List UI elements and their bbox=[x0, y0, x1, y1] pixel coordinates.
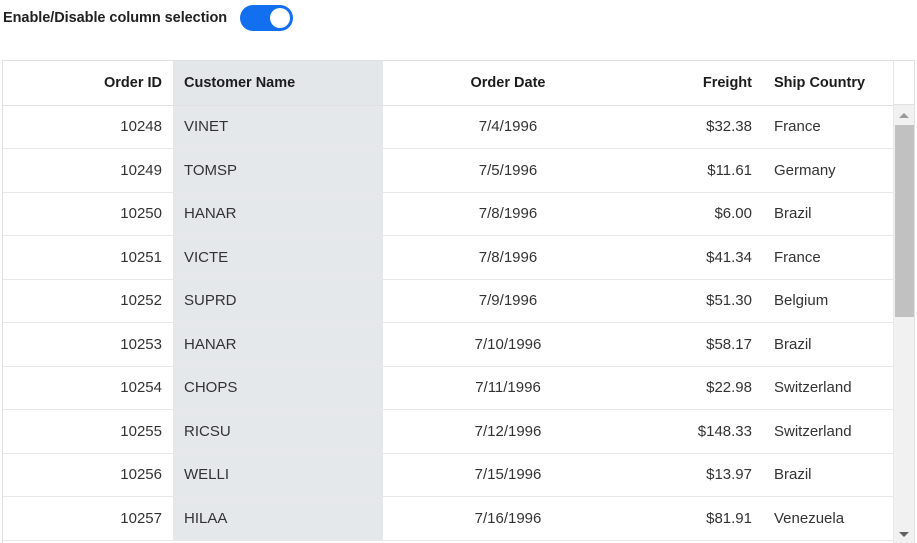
table-row[interactable]: 10249 TOMSP 7/5/1996 $11.61 Germany bbox=[3, 148, 894, 193]
column-header-ship-country[interactable]: Ship Country bbox=[763, 61, 894, 106]
cell-ship-country[interactable]: Germany bbox=[763, 148, 894, 193]
cell-order-id[interactable]: 10250 bbox=[3, 192, 173, 236]
caret-down-icon bbox=[899, 531, 909, 537]
cell-order-id[interactable]: 10257 bbox=[3, 496, 173, 541]
cell-freight[interactable]: $58.17 bbox=[633, 322, 763, 367]
table-header: Order ID Customer Name Order Date Freigh… bbox=[3, 61, 894, 106]
cell-customer[interactable]: WELLI bbox=[173, 453, 383, 497]
app-root: Enable/Disable column selection Order ID… bbox=[0, 0, 917, 543]
cell-order-id[interactable]: 10249 bbox=[3, 148, 173, 193]
cell-freight[interactable]: $13.97 bbox=[633, 453, 763, 497]
cell-order-date[interactable]: 7/5/1996 bbox=[383, 148, 633, 193]
cell-order-id[interactable]: 10255 bbox=[3, 409, 173, 454]
cell-ship-country[interactable]: Brazil bbox=[763, 322, 894, 367]
cell-customer[interactable]: HILAA bbox=[173, 496, 383, 541]
table-row[interactable]: 10256 WELLI 7/15/1996 $13.97 Brazil bbox=[3, 453, 894, 497]
cell-freight[interactable]: $148.33 bbox=[633, 409, 763, 454]
cell-customer[interactable]: SUPRD bbox=[173, 279, 383, 323]
cell-freight[interactable]: $6.00 bbox=[633, 192, 763, 236]
cell-customer[interactable]: VINET bbox=[173, 105, 383, 149]
cell-ship-country[interactable]: Brazil bbox=[763, 453, 894, 497]
orders-table: Order ID Customer Name Order Date Freigh… bbox=[3, 61, 894, 541]
cell-order-date[interactable]: 7/4/1996 bbox=[383, 105, 633, 149]
column-selection-toggle-label: Enable/Disable column selection bbox=[3, 10, 228, 26]
cell-order-date[interactable]: 7/10/1996 bbox=[383, 322, 633, 367]
cell-ship-country[interactable]: Brazil bbox=[763, 192, 894, 236]
cell-customer[interactable]: RICSU bbox=[173, 409, 383, 454]
header-scroll-gutter bbox=[893, 61, 914, 105]
table-body: 10248 VINET 7/4/1996 $32.38 France 10249 TOMSP… bbox=[3, 105, 894, 541]
caret-up-icon bbox=[899, 112, 909, 118]
cell-order-id[interactable]: 10256 bbox=[3, 453, 173, 497]
cell-ship-country[interactable]: France bbox=[763, 105, 894, 149]
scroll-down-button[interactable] bbox=[894, 524, 914, 543]
table-row[interactable]: 10248 VINET 7/4/1996 $32.38 France bbox=[3, 105, 894, 149]
cell-freight[interactable]: $51.30 bbox=[633, 279, 763, 323]
cell-ship-country[interactable]: France bbox=[763, 235, 894, 280]
cell-order-id[interactable]: 10252 bbox=[3, 279, 173, 323]
column-selection-toggle-switch[interactable] bbox=[240, 5, 294, 31]
cell-freight[interactable]: $22.98 bbox=[633, 366, 763, 410]
toggle-knob bbox=[270, 8, 291, 28]
cell-customer[interactable]: TOMSP bbox=[173, 148, 383, 193]
cell-order-date[interactable]: 7/15/1996 bbox=[383, 453, 633, 497]
column-header-customer-name[interactable]: Customer Name bbox=[173, 61, 383, 106]
cell-order-date[interactable]: 7/12/1996 bbox=[383, 409, 633, 454]
table-row[interactable]: 10255 RICSU 7/12/1996 $148.33 Switzerland bbox=[3, 409, 894, 454]
scroll-up-button[interactable] bbox=[894, 105, 914, 125]
cell-ship-country[interactable]: Venezuela bbox=[763, 496, 894, 541]
table-row[interactable]: 10252 SUPRD 7/9/1996 $51.30 Belgium bbox=[3, 279, 894, 323]
data-grid: Order ID Customer Name Order Date Freigh… bbox=[2, 60, 915, 543]
column-header-order-id[interactable]: Order ID bbox=[3, 61, 173, 106]
cell-order-date[interactable]: 7/9/1996 bbox=[383, 279, 633, 323]
cell-order-id[interactable]: 10253 bbox=[3, 322, 173, 367]
cell-customer[interactable]: HANAR bbox=[173, 322, 383, 367]
table-row[interactable]: 10253 HANAR 7/10/1996 $58.17 Brazil bbox=[3, 322, 894, 367]
cell-freight[interactable]: $81.91 bbox=[633, 496, 763, 541]
column-selection-toggle-row: Enable/Disable column selection bbox=[3, 4, 294, 32]
cell-order-id[interactable]: 10251 bbox=[3, 235, 173, 280]
cell-order-id[interactable]: 10248 bbox=[3, 105, 173, 149]
cell-order-date[interactable]: 7/16/1996 bbox=[383, 496, 633, 541]
cell-ship-country[interactable]: Belgium bbox=[763, 279, 894, 323]
cell-ship-country[interactable]: Switzerland bbox=[763, 409, 894, 454]
cell-freight[interactable]: $11.61 bbox=[633, 148, 763, 193]
vertical-scrollbar[interactable] bbox=[893, 105, 914, 543]
cell-order-date[interactable]: 7/11/1996 bbox=[383, 366, 633, 410]
cell-freight[interactable]: $41.34 bbox=[633, 235, 763, 280]
table-row[interactable]: 10254 CHOPS 7/11/1996 $22.98 Switzerland bbox=[3, 366, 894, 410]
table-row[interactable]: 10250 HANAR 7/8/1996 $6.00 Brazil bbox=[3, 192, 894, 236]
cell-order-date[interactable]: 7/8/1996 bbox=[383, 235, 633, 280]
cell-customer[interactable]: CHOPS bbox=[173, 366, 383, 410]
cell-customer[interactable]: VICTE bbox=[173, 235, 383, 280]
header-row: Order ID Customer Name Order Date Freigh… bbox=[3, 61, 894, 106]
scrollbar-thumb[interactable] bbox=[895, 125, 914, 317]
cell-freight[interactable]: $32.38 bbox=[633, 105, 763, 149]
column-header-order-date[interactable]: Order Date bbox=[383, 61, 633, 106]
cell-customer[interactable]: HANAR bbox=[173, 192, 383, 236]
table-row[interactable]: 10251 VICTE 7/8/1996 $41.34 France bbox=[3, 235, 894, 280]
cell-order-id[interactable]: 10254 bbox=[3, 366, 173, 410]
column-header-freight[interactable]: Freight bbox=[633, 61, 763, 106]
table-row[interactable]: 10257 HILAA 7/16/1996 $81.91 Venezuela bbox=[3, 496, 894, 541]
cell-order-date[interactable]: 7/8/1996 bbox=[383, 192, 633, 236]
cell-ship-country[interactable]: Switzerland bbox=[763, 366, 894, 410]
